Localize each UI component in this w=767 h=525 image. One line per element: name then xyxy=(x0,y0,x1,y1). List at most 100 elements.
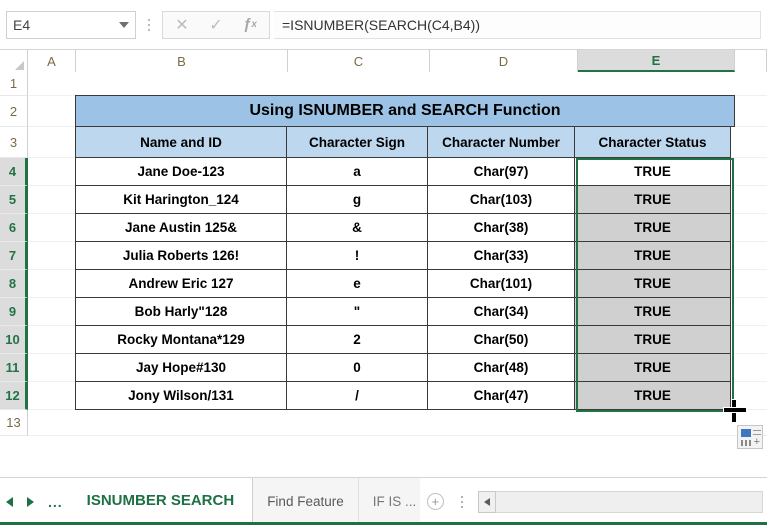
check-icon[interactable]: ✓ xyxy=(199,12,233,38)
cell-a6[interactable] xyxy=(28,214,76,242)
cell-f9[interactable] xyxy=(731,298,767,326)
cell-d4[interactable]: Char(97) xyxy=(427,157,575,186)
cell-f4[interactable] xyxy=(731,158,767,186)
cell-d13[interactable] xyxy=(430,410,578,436)
column-header-c[interactable]: C xyxy=(288,50,430,72)
cell-f1[interactable] xyxy=(735,72,767,96)
column-header-b[interactable]: B xyxy=(76,50,288,72)
table-header-name-and-id[interactable]: Name and ID xyxy=(75,126,287,158)
sheet-tab-isnumber-search[interactable]: ISNUMBER SEARCH xyxy=(68,478,254,525)
sheet-tabbar-kebab-icon[interactable] xyxy=(450,478,474,525)
nav-right-icon[interactable] xyxy=(27,496,34,507)
table-header-character-sign[interactable]: Character Sign xyxy=(286,126,428,158)
table-row[interactable]: Jane Doe-123 xyxy=(75,157,287,186)
cell-a1[interactable] xyxy=(28,72,76,96)
table-header-character-number[interactable]: Character Number xyxy=(427,126,575,158)
cell-e9[interactable]: TRUE xyxy=(574,297,731,326)
cell-d12[interactable]: Char(47) xyxy=(427,381,575,410)
table-row[interactable]: Andrew Eric 127 xyxy=(75,269,287,298)
row-header-3[interactable]: 3 xyxy=(0,127,28,158)
cell-d10[interactable]: Char(50) xyxy=(427,325,575,354)
cell-d5[interactable]: Char(103) xyxy=(427,185,575,214)
autofill-options-icon[interactable]: + xyxy=(737,425,763,449)
cell-f3[interactable] xyxy=(731,127,767,158)
cell-d9[interactable]: Char(34) xyxy=(427,297,575,326)
cell-b1[interactable] xyxy=(76,72,288,96)
cell-f10[interactable] xyxy=(731,326,767,354)
row-header-2[interactable]: 2 xyxy=(0,96,28,127)
table-row[interactable]: Jane Austin 125& xyxy=(75,213,287,242)
table-row[interactable]: Bob Harly"128 xyxy=(75,297,287,326)
table-row[interactable]: Rocky Montana*129 xyxy=(75,325,287,354)
cell-a11[interactable] xyxy=(28,354,76,382)
table-title[interactable]: Using ISNUMBER and SEARCH Function xyxy=(75,95,735,127)
cell-e6[interactable]: TRUE xyxy=(574,213,731,242)
row-header-8[interactable]: 8 xyxy=(0,270,28,298)
cell-d6[interactable]: Char(38) xyxy=(427,213,575,242)
cell-a3[interactable] xyxy=(28,127,76,158)
cell-c9[interactable]: " xyxy=(286,297,428,326)
chevron-down-icon[interactable] xyxy=(119,21,129,28)
cell-c7[interactable]: ! xyxy=(286,241,428,270)
cell-a10[interactable] xyxy=(28,326,76,354)
select-all-corner[interactable] xyxy=(0,50,28,72)
cell-e5[interactable]: TRUE xyxy=(574,185,731,214)
cell-c6[interactable]: & xyxy=(286,213,428,242)
scroll-track[interactable] xyxy=(496,490,763,513)
cell-d8[interactable]: Char(101) xyxy=(427,269,575,298)
fx-icon[interactable]: ƒx xyxy=(233,12,267,38)
cell-e13[interactable] xyxy=(578,410,735,436)
cell-c5[interactable]: g xyxy=(286,185,428,214)
cell-d7[interactable]: Char(33) xyxy=(427,241,575,270)
cell-a2[interactable] xyxy=(28,96,76,127)
row-header-13[interactable]: 13 xyxy=(0,410,28,436)
cell-e4[interactable]: TRUE xyxy=(574,157,731,186)
name-box-kebab-icon[interactable] xyxy=(140,11,158,39)
cell-c12[interactable]: / xyxy=(286,381,428,410)
row-header-1[interactable]: 1 xyxy=(0,72,28,96)
table-row[interactable]: Julia Roberts 126! xyxy=(75,241,287,270)
cell-c4[interactable]: a xyxy=(286,157,428,186)
scroll-left-button[interactable] xyxy=(478,490,497,513)
column-header-d[interactable]: D xyxy=(430,50,578,72)
sheet-tab-if-is[interactable]: IF IS ... xyxy=(358,478,421,525)
cell-d11[interactable]: Char(48) xyxy=(427,353,575,382)
cell-a12[interactable] xyxy=(28,382,76,410)
cell-f2[interactable] xyxy=(735,96,767,127)
row-header-7[interactable]: 7 xyxy=(0,242,28,270)
row-header-12[interactable]: 12 xyxy=(0,382,28,410)
cell-c13[interactable] xyxy=(288,410,430,436)
cell-f7[interactable] xyxy=(731,242,767,270)
close-icon[interactable]: ✕ xyxy=(165,12,199,38)
cell-e12[interactable]: TRUE xyxy=(574,381,731,410)
cell-d1[interactable] xyxy=(430,72,578,96)
cell-f11[interactable] xyxy=(731,354,767,382)
nav-left-icon[interactable] xyxy=(6,496,13,507)
cell-c11[interactable]: 0 xyxy=(286,353,428,382)
cell-e11[interactable]: TRUE xyxy=(574,353,731,382)
horizontal-scrollbar[interactable] xyxy=(474,486,767,517)
name-box[interactable]: E4 xyxy=(6,10,136,39)
cell-e8[interactable]: TRUE xyxy=(574,269,731,298)
cell-a5[interactable] xyxy=(28,186,76,214)
cell-f5[interactable] xyxy=(731,186,767,214)
cell-a8[interactable] xyxy=(28,270,76,298)
cell-f6[interactable] xyxy=(731,214,767,242)
column-header-a[interactable]: A xyxy=(28,50,76,72)
row-header-11[interactable]: 11 xyxy=(0,354,28,382)
sheet-tab-find-feature[interactable]: Find Feature xyxy=(253,478,359,525)
cell-f8[interactable] xyxy=(731,270,767,298)
row-header-9[interactable]: 9 xyxy=(0,298,28,326)
table-row[interactable]: Kit Harington_124 xyxy=(75,185,287,214)
cell-a4[interactable] xyxy=(28,158,76,186)
cell-c1[interactable] xyxy=(288,72,430,96)
sheet-overflow-label[interactable]: ... xyxy=(48,494,63,510)
add-sheet-button[interactable]: + xyxy=(420,478,450,525)
cell-e7[interactable]: TRUE xyxy=(574,241,731,270)
cell-c10[interactable]: 2 xyxy=(286,325,428,354)
row-header-5[interactable]: 5 xyxy=(0,186,28,214)
cell-c8[interactable]: e xyxy=(286,269,428,298)
formula-input[interactable]: =ISNUMBER(SEARCH(C4,B4)) xyxy=(274,10,761,39)
cell-a9[interactable] xyxy=(28,298,76,326)
cell-b13[interactable] xyxy=(76,410,288,436)
